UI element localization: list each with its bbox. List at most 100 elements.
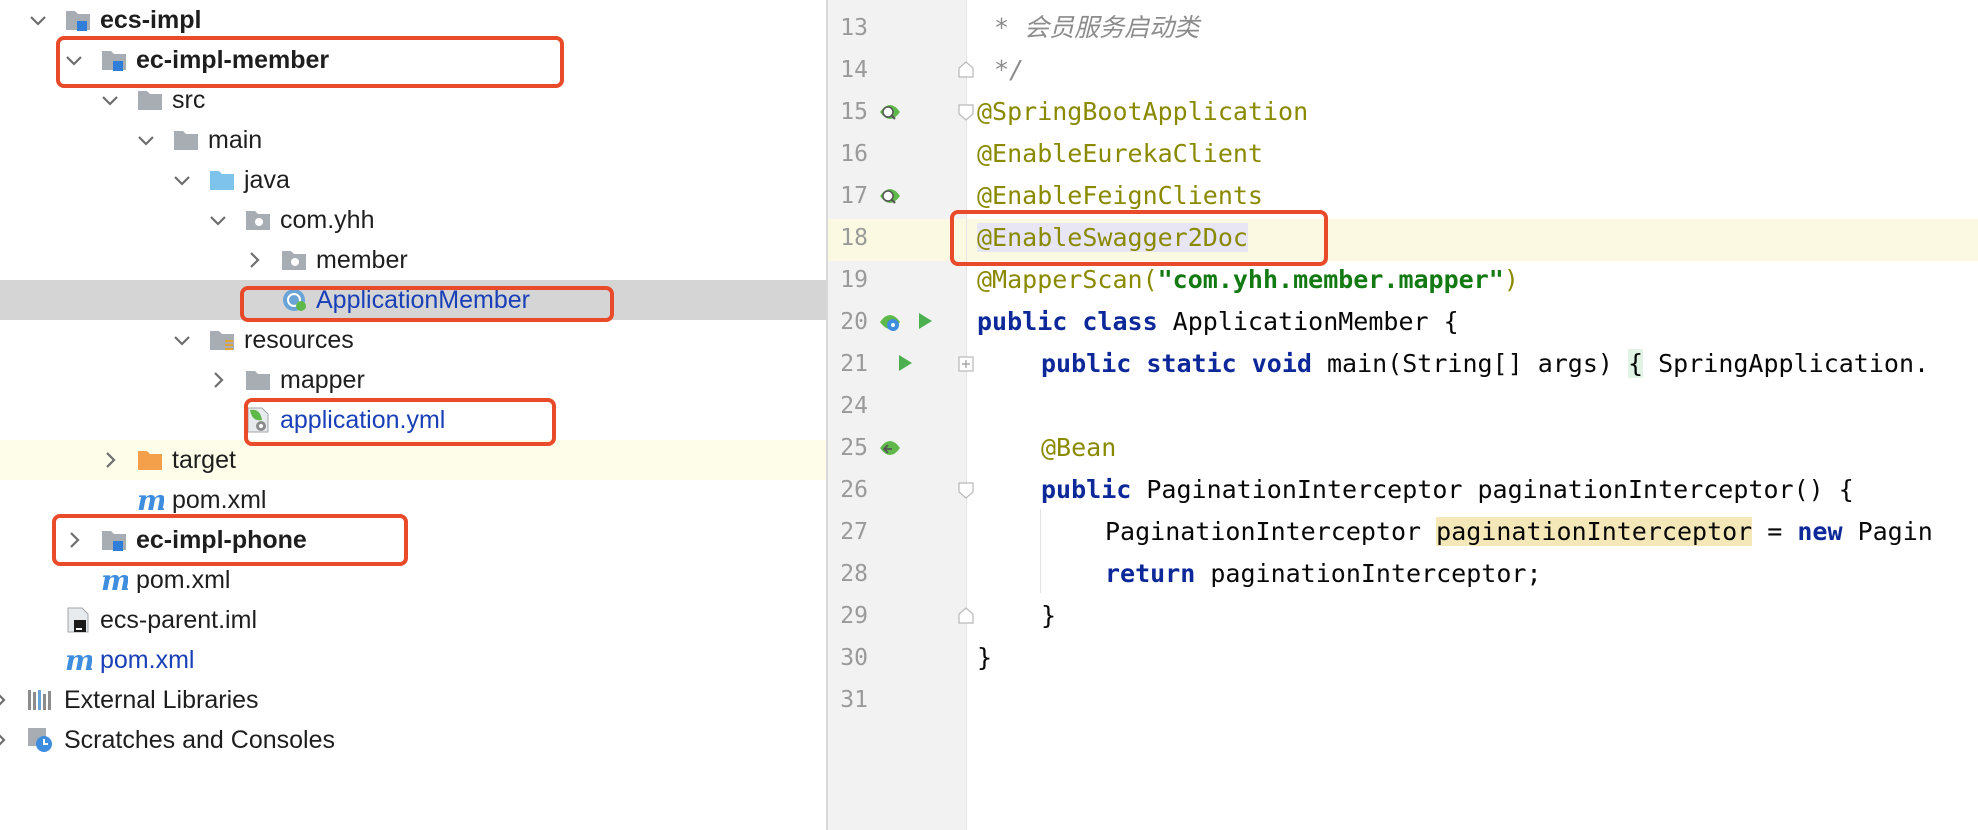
code-line-14: */ (994, 49, 1024, 91)
tree-item-label: Scratches and Consoles (64, 726, 335, 754)
fold-start-icon[interactable] (957, 481, 975, 499)
spring-bean-gutter-icon[interactable] (878, 437, 902, 464)
code-line-25: @Bean (1041, 427, 1116, 469)
line-number: 21 (840, 351, 868, 377)
line-number: 29 (840, 603, 868, 629)
code-line-19: @MapperScan("com.yhh.member.mapper") (977, 259, 1519, 301)
tree-item-label: ecs-parent.iml (100, 606, 257, 634)
fold-end-icon[interactable] (957, 607, 975, 625)
tree-item-label: com.yhh (280, 206, 375, 234)
tree-item-label: External Libraries (64, 686, 259, 714)
code-line-20: public class ApplicationMember { (977, 301, 1459, 343)
tree-item-src[interactable]: src (0, 80, 826, 120)
code-line-28: return paginationInterceptor; (1105, 553, 1542, 595)
maven-file-icon: m (136, 486, 164, 514)
chevron-right-icon[interactable] (62, 528, 86, 552)
chevron-down-icon[interactable] (26, 8, 50, 32)
comment-text: * 会员服务启动类 (994, 13, 1200, 42)
tree-item-pom-xml[interactable]: m pom.xml (0, 480, 826, 520)
tree-item-label: target (172, 446, 236, 474)
tree-item-pom-xml[interactable]: m pom.xml (0, 560, 826, 600)
code-text: } (977, 643, 993, 672)
spring-config-file-icon (244, 406, 272, 434)
maven-file-icon: m (64, 646, 92, 674)
code-text: PaginationInterceptor (1105, 517, 1437, 546)
folder-icon (244, 366, 272, 394)
tree-item-ec-impl-phone[interactable]: ec-impl-phone (0, 520, 826, 560)
chevron-right-icon[interactable] (206, 368, 230, 392)
line-number: 26 (840, 477, 868, 503)
tree-item-ecs-parent-iml[interactable]: ecs-parent.iml (0, 600, 826, 640)
code-line-16: @EnableEurekaClient (977, 133, 1263, 175)
code-text: PaginationInterceptor paginationIntercep… (1131, 475, 1854, 504)
iml-file-icon (64, 606, 92, 634)
tree-item-resources[interactable]: resources (0, 320, 826, 360)
chevron-down-icon[interactable] (206, 208, 230, 232)
package-folder-icon (280, 246, 308, 274)
fold-start-icon[interactable] (957, 103, 975, 121)
line-number: 19 (840, 267, 868, 293)
tree-item-scratches-and-consoles[interactable]: Scratches and Consoles (0, 720, 826, 760)
code-line-30: } (977, 637, 992, 679)
tree-item-application-member[interactable]: ApplicationMember (0, 280, 826, 320)
libraries-icon (26, 686, 54, 714)
module-folder-icon (100, 46, 128, 74)
svg-text:m: m (137, 486, 164, 514)
spring-bean-gutter-icon[interactable] (878, 101, 902, 128)
tree-item-ecs-impl[interactable]: ecs-impl (0, 0, 826, 40)
tree-item-main[interactable]: main (0, 120, 826, 160)
code-text: SpringApplication. (1643, 349, 1930, 378)
keyword: return (1105, 559, 1196, 588)
maven-file-icon: m (100, 566, 128, 594)
tree-item-mapper[interactable]: mapper (0, 360, 826, 400)
chevron-right-icon[interactable] (0, 688, 12, 712)
line-number: 13 (840, 15, 868, 41)
tree-item-external-libraries[interactable]: External Libraries (0, 680, 826, 720)
line-number: 25 (840, 435, 868, 461)
fold-end-icon[interactable] (957, 61, 975, 79)
gutter-separator (966, 0, 967, 830)
folded-brace[interactable]: { (1628, 349, 1644, 378)
chevron-down-icon[interactable] (170, 328, 194, 352)
code-text: ApplicationMember { (1157, 307, 1459, 336)
chevron-down-icon[interactable] (62, 48, 86, 72)
code-line-21: public static void main(String[] args) {… (1041, 343, 1929, 385)
comment-text: */ (994, 55, 1025, 84)
tree-item-ec-impl-member[interactable]: ec-impl-member (0, 40, 826, 80)
chevron-right-icon[interactable] (98, 448, 122, 472)
annotation-text: @SpringBootApplication (977, 97, 1309, 126)
line-number: 17 (840, 183, 868, 209)
indent-guide (1040, 509, 1041, 593)
annotation-text: ) (1503, 265, 1519, 294)
tree-item-application-yml[interactable]: application.yml (0, 400, 826, 440)
chevron-right-icon[interactable] (0, 728, 12, 752)
code-line-26: public PaginationInterceptor paginationI… (1041, 469, 1854, 511)
text-caret (952, 219, 954, 261)
chevron-down-icon[interactable] (170, 168, 194, 192)
run-icon[interactable] (916, 311, 934, 336)
annotation-text: @EnableEurekaClient (977, 139, 1263, 168)
annotation-text: @EnableFeignClients (977, 181, 1263, 210)
tree-item-java[interactable]: java (0, 160, 826, 200)
code-line-29: } (1041, 595, 1056, 637)
chevron-right-icon[interactable] (242, 248, 266, 272)
spring-bean-gutter-icon[interactable] (878, 185, 902, 212)
spring-boot-gutter-icon[interactable] (878, 311, 902, 338)
run-icon[interactable] (896, 353, 914, 378)
chevron-down-icon[interactable] (134, 128, 158, 152)
fold-collapsed-icon[interactable] (957, 355, 975, 373)
tree-item-pom-xml[interactable]: m pom.xml (0, 640, 826, 680)
code-line-17: @EnableFeignClients (977, 175, 1263, 217)
tree-item-com-yhh[interactable]: com.yhh (0, 200, 826, 240)
line-number: 31 (840, 687, 868, 713)
tree-item-target[interactable]: target (0, 440, 826, 480)
chevron-down-icon[interactable] (98, 88, 122, 112)
tree-item-member[interactable]: member (0, 240, 826, 280)
line-number: 24 (840, 393, 868, 419)
code-line-13: * 会员服务启动类 (994, 7, 1199, 49)
code-text: Pagin (1842, 517, 1933, 546)
code-line-27: PaginationInterceptor paginationIntercep… (1105, 511, 1933, 553)
keyword: public (1041, 475, 1132, 504)
line-number: 14 (840, 57, 868, 83)
tree-item-label: main (208, 126, 263, 154)
